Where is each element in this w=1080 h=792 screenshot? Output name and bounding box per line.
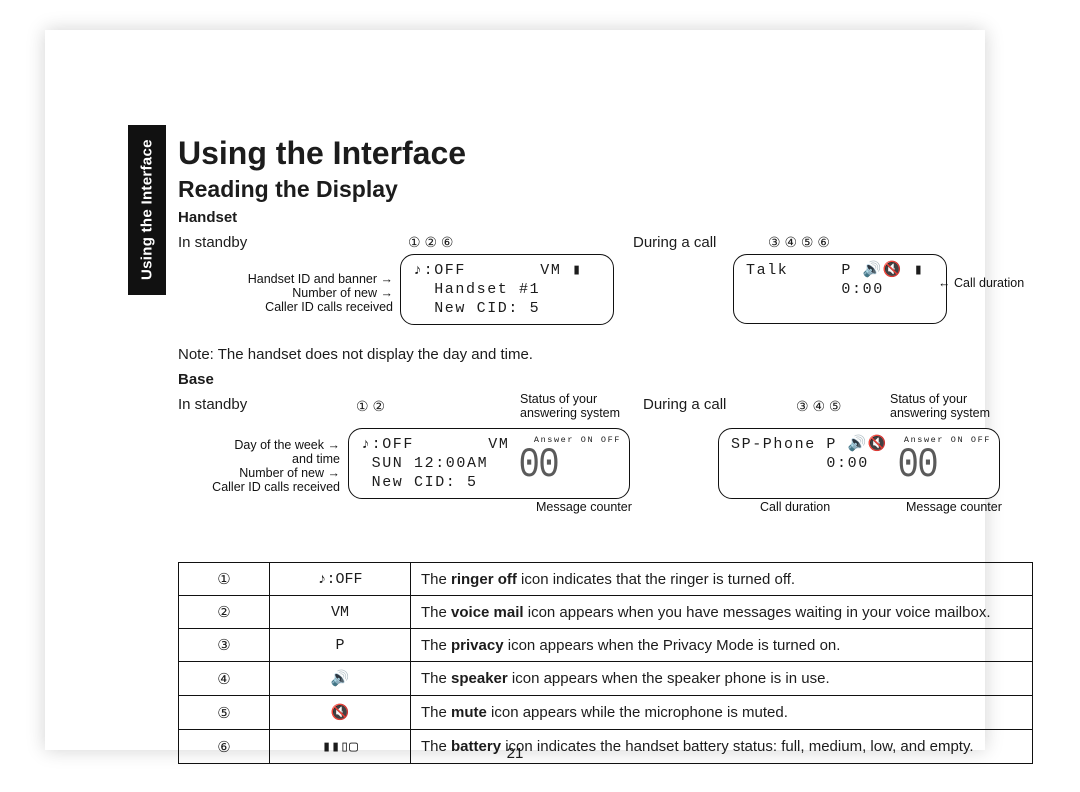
lcd-line: ♪:OFF VM (361, 435, 509, 454)
lcd-line: New CID: 5 (361, 473, 509, 492)
legend-row: ②VMThe voice mail icon appears when you … (179, 596, 1033, 629)
legend-number: ① (179, 563, 270, 596)
base-label: Base (178, 371, 1033, 388)
section-heading: Reading the Display (178, 176, 1033, 203)
legend-icon: VM (270, 596, 411, 629)
legend-row: ⑤🔇The mute icon appears while the microp… (179, 696, 1033, 730)
handset-standby-lcd: ♪:OFF VM ▮ Handset #1 New CID: 5 (400, 254, 614, 325)
callout-text: Status of your (890, 392, 990, 406)
legend-icon: P (270, 629, 411, 662)
legend-row: ①♪:OFFThe ringer off icon indicates that… (179, 563, 1033, 596)
callout-text: and time (292, 452, 340, 466)
handset-note: Note: The handset does not display the d… (178, 346, 1033, 363)
page-number: 21 (60, 745, 970, 762)
legend-row: ④🔊The speaker icon appears when the spea… (179, 662, 1033, 696)
legend-description: The mute icon appears while the micropho… (411, 696, 1033, 730)
lcd-line: SUN 12:00AM (361, 454, 509, 473)
lcd-line: ♪:OFF VM ▮ (413, 261, 601, 280)
callout-text: Number of new (239, 466, 324, 480)
callout-text: Handset ID and banner (248, 272, 377, 286)
seven-seg: 00 (519, 456, 558, 475)
page-title: Using the Interface (178, 135, 1033, 172)
lcd-line: 0:00 (731, 454, 888, 473)
callout-text: answering system (890, 406, 990, 420)
callout-text: Status of your (520, 392, 620, 406)
legend-description: The voice mail icon appears when you hav… (411, 596, 1033, 629)
lcd-line: Handset #1 (413, 280, 601, 299)
base-standby-mode: In standby (178, 396, 247, 413)
legend-description: The privacy icon appears when the Privac… (411, 629, 1033, 662)
legend-number: ③ (179, 629, 270, 662)
legend-icon: 🔇 (270, 696, 411, 730)
lcd-line: 0:00 (746, 280, 934, 299)
seven-seg: 00 (898, 456, 937, 475)
lcd-line: Talk P 🔊🔇 ▮ (746, 261, 934, 280)
lcd-line: New CID: 5 (413, 299, 601, 318)
handset-call-mode: During a call (633, 234, 716, 251)
base-call-numbers: ③ ④ ⑤ (796, 398, 841, 415)
legend-icon: 🔊 (270, 662, 411, 696)
legend-number: ④ (179, 662, 270, 696)
callout-text: Caller ID calls received (212, 480, 340, 494)
base-call-mode: During a call (643, 396, 726, 413)
handset-standby-numbers: ① ② ⑥ (408, 234, 453, 251)
handset-label: Handset (178, 209, 1033, 226)
callout-text: Message counter (536, 500, 632, 514)
legend-number: ② (179, 596, 270, 629)
icon-legend-table: ①♪:OFFThe ringer off icon indicates that… (178, 562, 1033, 764)
handset-call-lcd: Talk P 🔊🔇 ▮ 0:00 (733, 254, 947, 324)
callout-text: Day of the week (234, 438, 324, 452)
callout-text: Number of new (292, 286, 377, 300)
base-standby-numbers: ① ② (356, 398, 385, 415)
handset-call-numbers: ③ ④ ⑤ ⑥ (768, 234, 830, 251)
side-tab: Using the Interface (128, 125, 166, 295)
base-standby-lcd: Answer ON OFF ♪:OFF VM SUN 12:00AM New C… (348, 428, 630, 499)
legend-icon: ♪:OFF (270, 563, 411, 596)
legend-number: ⑤ (179, 696, 270, 730)
handset-standby-mode: In standby (178, 234, 247, 251)
legend-description: The ringer off icon indicates that the r… (411, 563, 1033, 596)
callout-text: Message counter (906, 500, 1002, 514)
lcd-line: SP-Phone P 🔊🔇 (731, 435, 888, 454)
base-call-lcd: Answer ON OFF SP-Phone P 🔊🔇 0:00 00 (718, 428, 1000, 499)
callout-text: answering system (520, 406, 620, 420)
callout-text: Call duration (954, 276, 1024, 290)
callout-text: Call duration (760, 500, 830, 514)
callout-text: Caller ID calls received (265, 300, 393, 314)
legend-description: The speaker icon appears when the speake… (411, 662, 1033, 696)
legend-row: ③PThe privacy icon appears when the Priv… (179, 629, 1033, 662)
